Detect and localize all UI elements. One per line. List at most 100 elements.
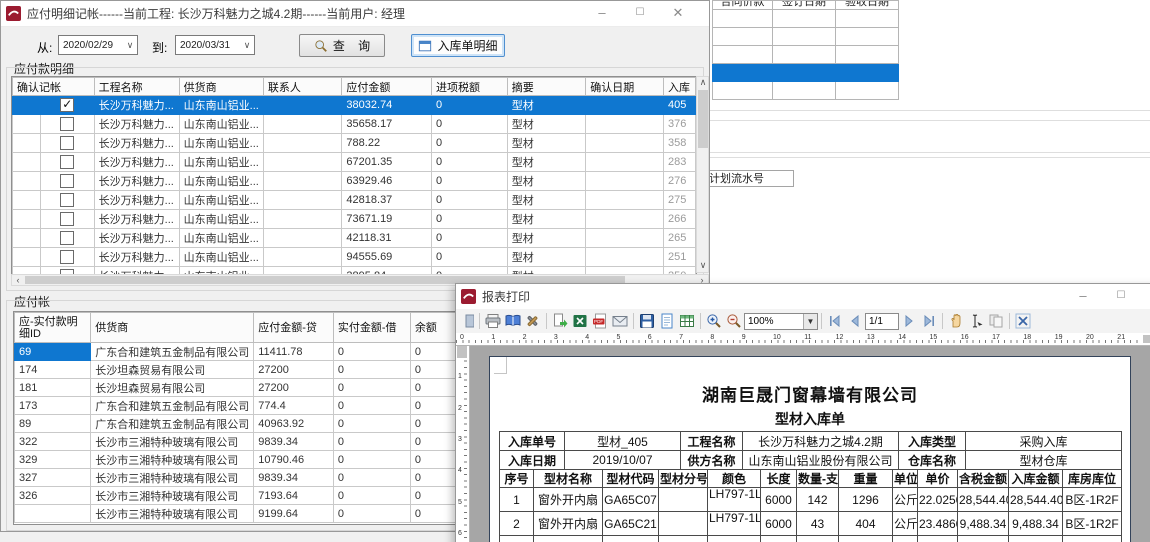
query-button[interactable]: 查 询 [299,34,385,57]
column-header[interactable]: 进项税额 [432,78,508,96]
checkbox-cell[interactable] [40,153,94,172]
checkbox-cell[interactable] [40,191,94,210]
payable-detail-row[interactable]: 长沙万科魅力...山东南山铝业...42818.370型材275 [13,191,696,210]
payable-account-row[interactable]: 长沙市三湘特种玻璃有限公司9199.6400 [15,505,464,523]
minimize-button[interactable]: – [583,1,621,26]
zoom-in-button[interactable] [704,311,724,331]
row-selector[interactable] [13,210,41,229]
column-header[interactable]: 实付金额-借 [333,313,410,343]
checkbox-cell[interactable] [40,115,94,134]
confirm-checkbox[interactable] [60,98,74,112]
ruler-thumb[interactable] [1143,335,1150,343]
copy-button[interactable] [986,311,1006,331]
chevron-down-icon[interactable]: ∨ [240,40,254,51]
payable-account-row[interactable]: 173广东合和建筑五金制品有限公司774.400 [15,397,464,415]
row-selector[interactable] [13,96,41,115]
tools-button[interactable] [523,311,543,331]
scroll-up-icon[interactable]: ∧ [697,77,709,89]
inbound-detail-button[interactable]: 入库单明细 [411,34,505,57]
nav-first-button[interactable] [825,311,845,331]
checkbox-cell[interactable] [40,229,94,248]
column-header[interactable]: 工程名称 [94,78,179,96]
confirm-checkbox[interactable] [60,174,74,188]
payable-account-row[interactable]: 174长沙坦森贸易有限公司2720000 [15,361,464,379]
scrollbar-thumb[interactable] [698,90,708,148]
column-header[interactable]: 确认日期 [586,78,664,96]
payable-account-row[interactable]: 329长沙市三湘特种玻璃有限公司10790.4600 [15,451,464,469]
chevron-down-icon[interactable]: ▼ [803,314,817,329]
payable-detail-row[interactable]: 长沙万科魅力...山东南山铝业...38032.740型材405 [13,96,696,115]
background-table-row[interactable] [713,64,899,82]
row-selector[interactable] [13,229,41,248]
scroll-down-icon[interactable]: ∨ [697,260,709,272]
minimize-button[interactable]: – [1064,284,1102,309]
vertical-scrollbar[interactable]: ∧ ∨ [696,76,709,273]
payable-detail-row[interactable]: 长沙万科魅力...山东南山铝业...42118.310型材265 [13,229,696,248]
confirm-checkbox[interactable] [60,212,74,226]
text-select-button[interactable] [966,311,986,331]
checkbox-cell[interactable] [40,96,94,115]
from-date-combo[interactable]: 2020/02/29∨ [58,35,138,55]
export-button[interactable] [550,311,570,331]
column-header[interactable]: 应-实付款明细ID [15,313,91,343]
title-bar[interactable]: 报表打印 – ☐ ✕ [456,284,1150,310]
nav-next-button[interactable] [899,311,919,331]
row-selector[interactable] [13,153,41,172]
page-number-input[interactable]: 1/1 [865,313,899,330]
checkbox-cell[interactable] [40,210,94,229]
document-button[interactable] [657,311,677,331]
background-table-row[interactable] [713,82,899,100]
confirm-checkbox[interactable] [60,231,74,245]
window-partial-button[interactable] [456,311,476,331]
nav-last-button[interactable] [919,311,939,331]
nav-prev-button[interactable] [845,311,865,331]
payable-account-row[interactable]: 327长沙市三湘特种玻璃有限公司9839.3400 [15,469,464,487]
to-date-combo[interactable]: 2020/03/31∨ [175,35,255,55]
confirm-checkbox[interactable] [60,250,74,264]
ruler-thumb[interactable] [457,346,467,358]
background-table-row[interactable] [713,10,899,28]
zoom-out-button[interactable] [724,311,744,331]
column-header[interactable]: 应付金额-贷 [254,313,334,343]
confirm-checkbox[interactable] [60,117,74,131]
payable-account-row[interactable]: 89广东合和建筑五金制品有限公司40963.9200 [15,415,464,433]
background-table-row[interactable] [713,46,899,64]
column-header[interactable]: 应付金额 [342,78,432,96]
payable-account-row[interactable]: 69广东合和建筑五金制品有限公司11411.7800 [15,343,464,361]
book-button[interactable] [503,311,523,331]
column-header[interactable]: 摘要 [507,78,585,96]
confirm-checkbox[interactable] [60,193,74,207]
excel-button[interactable] [570,311,590,331]
payable-account-row[interactable]: 181长沙坦森贸易有限公司2720000 [15,379,464,397]
column-header[interactable]: 确认记帐 [13,78,95,96]
payable-detail-row[interactable]: 长沙万科魅力...山东南山铝业...788.220型材358 [13,134,696,153]
row-selector[interactable] [13,134,41,153]
close-report-button[interactable] [1013,311,1033,331]
confirm-checkbox[interactable] [60,136,74,150]
payable-detail-row[interactable]: 长沙万科魅力...山东南山铝业...67201.350型材283 [13,153,696,172]
close-button[interactable]: ✕ [659,1,697,26]
row-selector[interactable] [13,248,41,267]
preview-area[interactable]: 123456 湖南巨晟门窗幕墙有限公司 型材入库单 入库单号型材_405工程名称… [456,346,1150,542]
mail-button[interactable] [610,311,630,331]
print-button[interactable] [483,311,503,331]
maximize-button[interactable]: ☐ [621,1,659,26]
maximize-button[interactable]: ☐ [1102,284,1140,309]
column-header[interactable]: 联系人 [263,78,342,96]
column-header[interactable]: 供货商 [179,78,263,96]
scroll-left-icon[interactable]: ‹ [12,275,24,287]
payable-account-row[interactable]: 326长沙市三湘特种玻璃有限公司7193.6400 [15,487,464,505]
confirm-checkbox[interactable] [60,155,74,169]
payable-detail-row[interactable]: 长沙万科魅力...山东南山铝业...73671.190型材266 [13,210,696,229]
zoom-level-combo[interactable]: 100%▼ [744,313,818,330]
payable-detail-row[interactable]: 长沙万科魅力...山东南山铝业...63929.460型材276 [13,172,696,191]
row-selector[interactable] [13,115,41,134]
checkbox-cell[interactable] [40,172,94,191]
chevron-down-icon[interactable]: ∨ [123,40,137,51]
checkbox-cell[interactable] [40,134,94,153]
payable-account-row[interactable]: 322长沙市三湘特种玻璃有限公司9839.3400 [15,433,464,451]
hand-button[interactable] [946,311,966,331]
payable-detail-row[interactable]: 长沙万科魅力...山东南山铝业...35658.170型材376 [13,115,696,134]
column-header[interactable]: 入库 [663,78,695,96]
title-bar[interactable]: 应付明细记帐------当前工程: 长沙万科魅力之城4.2期------当前用户… [1,1,709,27]
